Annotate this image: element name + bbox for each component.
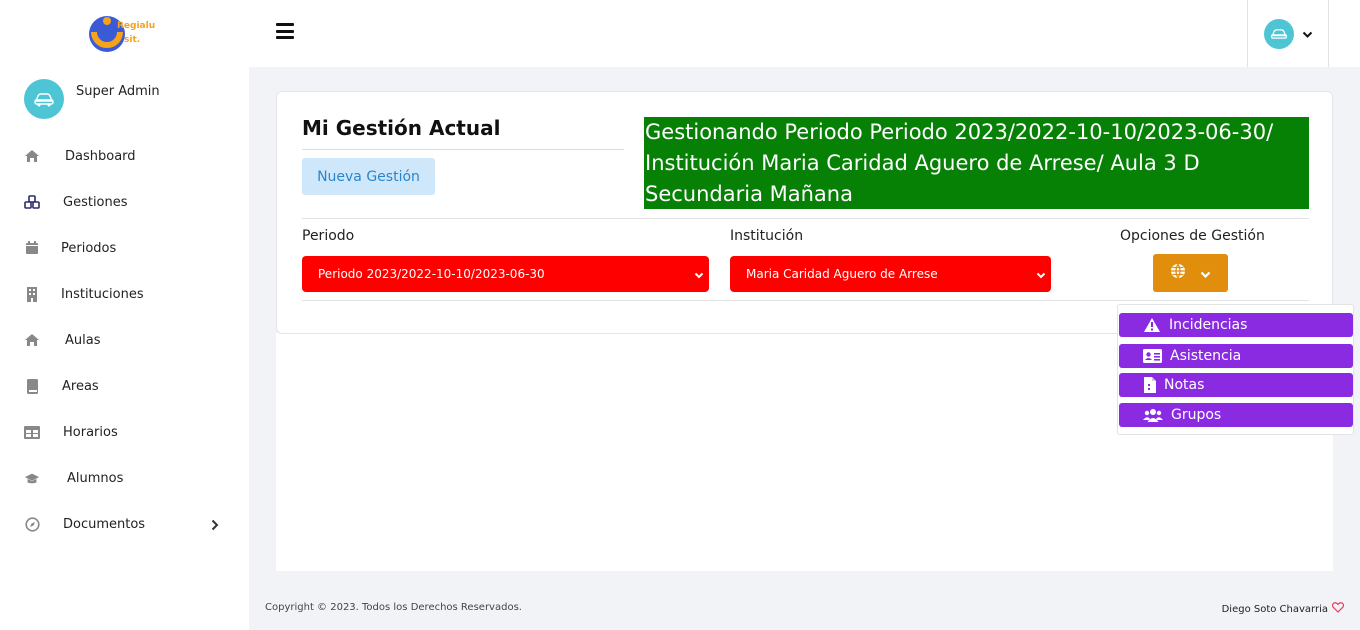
id-card-icon (1143, 349, 1162, 363)
user-menu-button[interactable] (1247, 0, 1329, 67)
sidebar-item-label: Horarios (63, 424, 118, 440)
sidebar-item-label: Instituciones (61, 286, 144, 302)
file-icon (1144, 377, 1156, 393)
page-title: Mi Gestión Actual (302, 116, 501, 140)
author-name[interactable]: Diego Soto Chavarria (1222, 604, 1328, 615)
chevron-down-icon (1036, 269, 1046, 283)
management-options-button[interactable] (1153, 254, 1228, 292)
menu-item-notas[interactable]: Notas (1119, 373, 1353, 397)
sidebar-item-horarios[interactable]: Horarios (0, 409, 249, 455)
chevron-down-icon (1302, 24, 1313, 43)
book-icon (24, 378, 40, 394)
chevron-down-icon (1200, 264, 1211, 283)
sidebar-item-areas[interactable]: Areas (0, 363, 249, 409)
user-name: Super Admin (76, 84, 160, 99)
globe-icon (1170, 263, 1186, 283)
avatar[interactable] (24, 79, 64, 119)
cubes-icon (24, 194, 40, 210)
chevron-down-icon (694, 269, 704, 283)
users-icon (1143, 408, 1163, 422)
sidebar-nav: Dashboard Gestiones Periodos Institucion… (0, 133, 249, 547)
sidebar-item-label: Alumnos (67, 470, 124, 486)
sidebar-item-aulas[interactable]: Aulas (0, 317, 249, 363)
sidebar-item-label: Periodos (61, 240, 117, 256)
chevron-right-icon (211, 516, 219, 535)
menu-item-incidencias[interactable]: Incidencias (1119, 313, 1353, 337)
periodo-select-value: Periodo 2023/2022-10-10/2023-06-30 (318, 267, 545, 281)
sidebar-item-dashboard[interactable]: Dashboard (0, 133, 249, 179)
periodo-select[interactable]: Periodo 2023/2022-10-10/2023-06-30 (302, 256, 709, 292)
menu-item-label: Incidencias (1169, 317, 1248, 333)
sidebar-item-gestiones[interactable]: Gestiones (0, 179, 249, 225)
menu-item-grupos[interactable]: Grupos (1119, 403, 1353, 427)
divider (302, 218, 1309, 219)
divider (302, 300, 1309, 301)
sidebar-item-documentos[interactable]: Documentos (0, 501, 249, 547)
topbar (249, 0, 1360, 67)
menu-toggle-button[interactable] (276, 23, 294, 39)
car-icon (1271, 28, 1287, 39)
footer-author: Diego Soto Chavarria (1222, 602, 1345, 616)
sidebar-item-label: Documentos (63, 516, 146, 532)
building-icon (24, 286, 40, 302)
menu-item-label: Asistencia (1170, 348, 1242, 364)
opciones-label: Opciones de Gestión (1120, 228, 1265, 244)
sidebar-item-alumnos[interactable]: Alumnos (0, 455, 249, 501)
periodo-label: Periodo (302, 228, 355, 244)
institucion-label: Institución (730, 228, 804, 244)
sidebar-item-label: Dashboard (65, 148, 136, 164)
avatar (1264, 18, 1294, 49)
menu-item-label: Notas (1164, 377, 1205, 393)
graduation-cap-icon (24, 470, 40, 486)
current-management-status: Gestionando Periodo Periodo 2023/2022-10… (644, 117, 1309, 209)
logo-text: Regialu (117, 21, 155, 31)
management-options-menu: Incidencias Asistencia Notas Grupos (1117, 304, 1354, 435)
compass-icon (24, 516, 40, 532)
sidebar-item-periodos[interactable]: Periodos (0, 225, 249, 271)
calendar-icon (24, 240, 40, 256)
home-icon (24, 332, 40, 348)
home-icon (24, 148, 40, 164)
footer-copyright: Copyright © 2023. Todos los Derechos Res… (265, 602, 522, 613)
new-management-button[interactable]: Nueva Gestión (302, 158, 435, 195)
app-logo[interactable]: Regialu sit. (80, 10, 164, 58)
sidebar-item-label: Aulas (65, 332, 101, 348)
menu-item-label: Grupos (1171, 407, 1222, 423)
divider (302, 149, 624, 150)
hamburger-icon (276, 23, 294, 26)
car-icon (34, 93, 54, 107)
heart-icon (1331, 602, 1345, 616)
sidebar: Regialu sit. Super Admin Dashboard Gesti… (0, 0, 249, 630)
institucion-select-value: Maria Caridad Aguero de Arrese (746, 267, 938, 281)
sidebar-item-instituciones[interactable]: Instituciones (0, 271, 249, 317)
warning-icon (1143, 317, 1161, 333)
sidebar-user: Super Admin (24, 79, 160, 119)
management-card: Mi Gestión Actual Nueva Gestión Gestiona… (276, 91, 1333, 334)
sidebar-item-label: Areas (62, 378, 99, 394)
table-icon (24, 424, 40, 440)
sidebar-item-label: Gestiones (63, 194, 128, 210)
logo-text-2: sit. (124, 35, 140, 45)
institucion-select[interactable]: Maria Caridad Aguero de Arrese (730, 256, 1051, 292)
menu-item-asistencia[interactable]: Asistencia (1119, 344, 1353, 368)
